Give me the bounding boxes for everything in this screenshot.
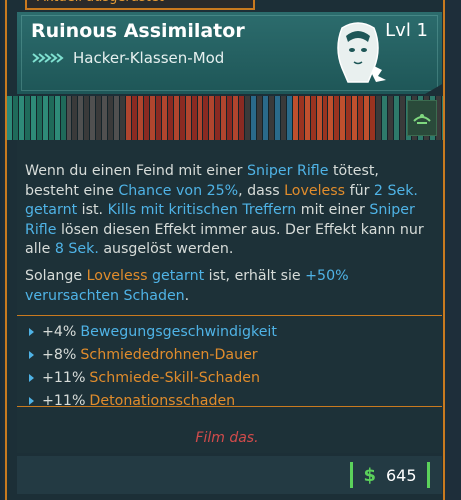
stat-row: +4% Bewegungsgeschwindigkeit — [29, 324, 277, 340]
stat-row: +8% Schmiededrohnen-Dauer — [29, 347, 258, 363]
hacker-portrait-icon — [337, 22, 386, 83]
price-tag: $ 645 — [350, 462, 430, 488]
desc-segment: Kills mit kritischen Treffern — [107, 202, 297, 218]
desc-segment: Sniper Rifle — [246, 163, 329, 179]
desc-segment: Wenn du einen Feind mit einer — [25, 163, 247, 179]
stats-section: +4% Bewegungsgeschwindigkeit +8% Schmiededr… — [7, 315, 443, 423]
desc-segment: ist, erhält sie — [204, 268, 306, 284]
chevrons-icon — [32, 53, 64, 63]
stat-row: +11% Schmiede-Skill-Schaden — [29, 370, 260, 386]
stat-label: Detonationsschaden — [89, 393, 236, 409]
stat-row: +11% Detonationsschaden — [29, 393, 235, 409]
desc-segment: . — [184, 287, 190, 304]
equipped-tab: Aktuell ausgerüstet — [25, 0, 255, 10]
bullet-icon — [29, 351, 34, 359]
desc-segment: Loveless — [86, 268, 148, 284]
desc-segment: getarnt — [152, 268, 205, 284]
desc-segment: ist. — [77, 202, 108, 218]
item-footer: $ 645 — [17, 456, 442, 494]
stat-label: Schmiede-Skill-Schaden — [89, 370, 260, 386]
effect-description: Wenn du einen Feind mit einer Sniper Rif… — [25, 162, 430, 260]
effect-description-2: Solange Loveless getarnt ist, erhält sie… — [25, 267, 430, 306]
bullet-icon — [29, 374, 34, 382]
stat-label: Bewegungsgeschwindigkeit — [80, 324, 277, 340]
stat-label: Schmiededrohnen-Dauer — [80, 347, 258, 363]
item-subtitle-row: Hacker-Klassen-Mod — [31, 49, 224, 67]
stat-value: +4% — [42, 324, 77, 340]
stripe-bar — [441, 96, 443, 140]
item-card: Aktuell ausgerüstet Ruinous Assimilator … — [5, 0, 445, 500]
desc-segment: Loveless — [284, 182, 346, 199]
desc-segment: Solange — [25, 268, 87, 284]
stat-value: +8% — [42, 347, 77, 363]
item-title: Ruinous Assimilator — [31, 20, 245, 42]
desc-segment: ausgelöst werden. — [98, 241, 234, 257]
stat-value: +11% — [42, 393, 86, 409]
desc-segment: 8 Sek. — [54, 241, 99, 257]
stat-value: +11% — [42, 370, 86, 386]
desc-segment: , dass — [238, 182, 285, 199]
bullet-icon — [29, 328, 34, 336]
item-class: Hacker-Klassen-Mod — [73, 49, 225, 67]
bullet-icon — [29, 397, 34, 405]
desc-segment: Chance von 25% — [118, 182, 239, 199]
stats-list: +4% Bewegungsgeschwindigkeit +8% Schmiededr… — [17, 315, 442, 409]
flavor-text: Film das. — [195, 430, 259, 446]
desc-segment: für — [345, 182, 374, 199]
item-header: Ruinous Assimilator Lvl 1 Hacker-Klassen… — [17, 12, 442, 94]
drone-icon — [413, 114, 431, 124]
desc-segment: mit einer — [296, 202, 370, 218]
dollar-icon: $ — [363, 464, 376, 486]
price-value: 645 — [385, 465, 417, 485]
equip-badge — [407, 100, 437, 136]
rarity-stripe — [7, 96, 443, 140]
